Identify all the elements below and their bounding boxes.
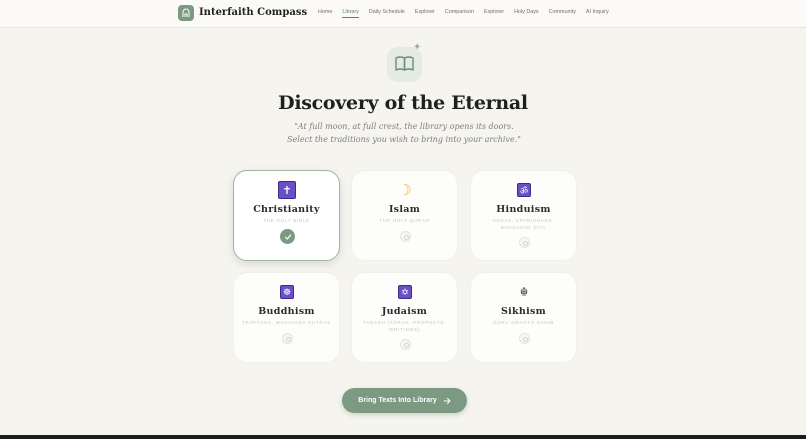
select-radio[interactable] <box>282 333 293 344</box>
tradition-card-islam[interactable]: ☽ Islam The Holy Quran <box>351 170 458 261</box>
tradition-name: Sikhism <box>500 306 547 317</box>
nav-link-holy-days[interactable]: Holy Days <box>514 9 539 15</box>
logo-icon[interactable] <box>178 5 194 21</box>
tradition-name: Islam <box>388 204 421 215</box>
tradition-name: Christianity <box>253 204 320 215</box>
nav-link-community[interactable]: Community <box>549 9 576 15</box>
star-of-david-icon: ✡ <box>398 285 412 299</box>
select-radio[interactable] <box>519 237 530 248</box>
bottom-bar <box>0 435 806 439</box>
cross-icon: ✝ <box>278 181 296 199</box>
tradition-text: Vedas, Upanishads, Bhagavad Gita <box>492 218 555 230</box>
nav-links: Home Library Daily Schedule Explorer Com… <box>318 9 619 18</box>
tradition-card-buddhism[interactable]: ☸ Buddhism Tripitaka, Mahayana Sutras <box>233 272 340 363</box>
nav-link-explorer[interactable]: Explorer <box>415 9 435 15</box>
brand-name[interactable]: Interfaith Compass <box>199 7 307 18</box>
tradition-text: The Holy Bible <box>263 218 310 223</box>
tradition-text: Tanakh (Torah, Prophets, Writings) <box>363 320 446 332</box>
crescent-moon-icon: ☽ <box>398 182 412 199</box>
top-nav: Interfaith Compass Home Library Daily Sc… <box>0 0 806 28</box>
page-subtitle: "At full moon, at full crest, the librar… <box>287 122 521 144</box>
khanda-icon: ☬ <box>519 285 529 299</box>
tradition-card-sikhism[interactable]: ☬ Sikhism Guru Granth Sahib <box>470 272 577 363</box>
nav-link-library[interactable]: Library <box>342 9 360 18</box>
tradition-name: Buddhism <box>258 306 315 317</box>
select-radio[interactable] <box>519 333 530 344</box>
nav-link-comparison[interactable]: Comparison <box>445 9 474 15</box>
tradition-card-christianity[interactable]: ✝ Christianity The Holy Bible <box>233 170 340 261</box>
tradition-text: Guru Granth Sahib <box>492 320 555 325</box>
tradition-text: The Holy Quran <box>379 218 430 223</box>
arrow-right-icon <box>443 397 451 404</box>
tradition-card-hinduism[interactable]: ॐ Hinduism Vedas, Upanishads, Bhagavad G… <box>470 170 577 261</box>
om-icon: ॐ <box>517 183 531 197</box>
checkmark-icon[interactable] <box>280 229 295 244</box>
tradition-name: Hinduism <box>496 204 551 215</box>
nav-link-home[interactable]: Home <box>318 9 332 15</box>
dharma-wheel-icon: ☸ <box>280 285 294 299</box>
nav-link-daily-schedule[interactable]: Daily Schedule <box>369 9 405 15</box>
nav-link-explorer-2[interactable]: Explorer <box>484 9 504 15</box>
sparkle-icon: ✦ <box>413 42 422 53</box>
tradition-name: Judaism <box>381 306 428 317</box>
nav-link-ai-inquiry[interactable]: AI Inquiry <box>586 9 609 15</box>
page-title: Discovery of the Eternal <box>278 92 528 114</box>
bring-texts-label: Bring Texts Into Library <box>358 397 437 404</box>
tradition-text: Tripitaka, Mahayana Sutras <box>242 320 331 325</box>
bring-texts-button[interactable]: Bring Texts Into Library <box>342 388 467 413</box>
select-radio[interactable] <box>400 231 411 242</box>
tradition-card-judaism[interactable]: ✡ Judaism Tanakh (Torah, Prophets, Writi… <box>351 272 458 363</box>
select-radio[interactable] <box>400 339 411 350</box>
